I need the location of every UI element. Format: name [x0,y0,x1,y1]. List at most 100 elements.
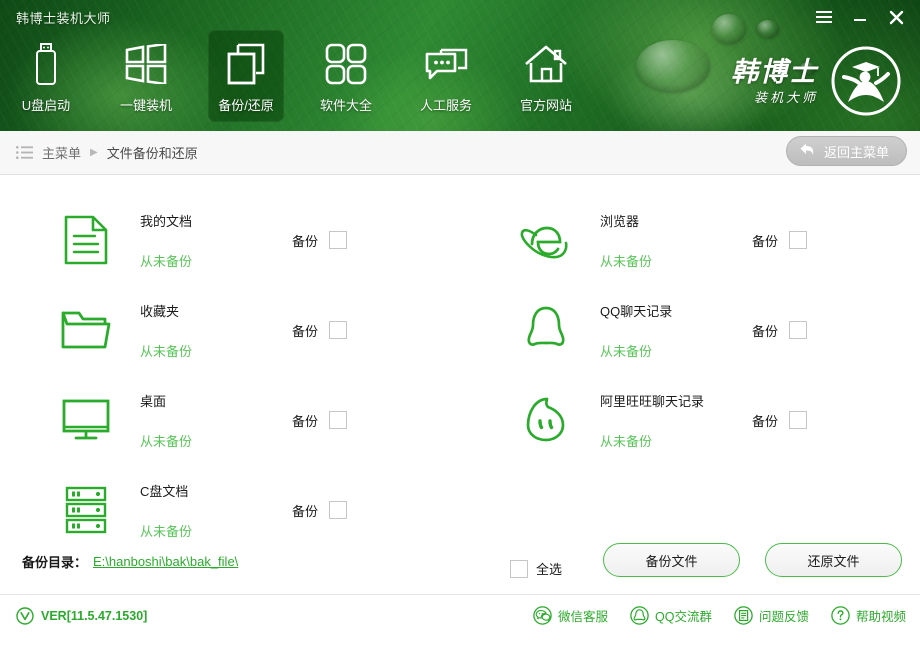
backup-item-title: 阿里旺旺聊天记录 [600,393,705,409]
breadcrumb-separator-icon: ▶ [90,146,98,158]
breadcrumb-current: 文件备份和还原 [106,146,198,161]
backup-directory-label: 备份目录： [22,555,88,570]
backup-files-button[interactable]: 备份文件 [603,543,740,577]
nav-item-backup-restore[interactable]: 备份/还原 [208,30,284,122]
backup-item-browser: 浏览器 从未备份 备份 [460,195,920,285]
hamburger-icon [816,11,832,23]
backup-checkbox-c-drive-documents[interactable] [329,501,348,519]
water-droplet-decoration [712,14,746,44]
backup-directory-path-link[interactable]: E:\hanboshi\bak\bak_file\ [93,554,238,569]
app-header: 韩博士装机大师 U盘启动 一键装机 备份/还原 软件大全 人工服务 官方网站 韩… [0,0,920,131]
document-icon [55,212,117,268]
backup-item-status: 从未备份 [140,523,193,539]
minimize-button[interactable] [844,4,876,30]
chat-bubbles-icon [424,42,468,86]
nav-label: 人工服务 [419,98,472,113]
select-all-label: 全选 [536,562,563,577]
close-icon [889,10,903,24]
home-icon [524,42,568,86]
action-buttons: 备份文件 还原文件 [603,543,902,577]
nav-label: 软件大全 [319,98,372,113]
restore-files-button[interactable]: 还原文件 [765,543,902,577]
disk-stack-icon [55,482,117,538]
version-text: VER[11.5.47.1530] [41,608,148,623]
backup-checkbox-desktop[interactable] [329,411,348,429]
backup-row: C盘文档 从未备份 备份 [0,465,920,555]
question-mark-icon [831,606,850,625]
feedback-link[interactable]: 问题反馈 [734,606,809,625]
backup-item-text: 浏览器 从未备份 [577,211,752,270]
app-window: 韩博士装机大师 U盘启动 一键装机 备份/还原 软件大全 人工服务 官方网站 韩… [0,0,920,670]
help-video-link[interactable]: 帮助视频 [831,606,906,625]
backup-item-aliwangwang-chat-history: 阿里旺旺聊天记录 从未备份 备份 [460,375,920,465]
backup-item-text: 收藏夹 从未备份 [117,301,292,360]
nav-item-human-service[interactable]: 人工服务 [408,30,484,122]
backup-item-status: 从未备份 [600,343,653,359]
brand-tagline: 装机大师 [753,89,818,105]
graduate-person-logo-icon [831,46,901,116]
backup-item-status: 从未备份 [600,253,653,269]
backup-item-checkbox-group: 备份 [752,411,808,430]
backup-item-title: 收藏夹 [140,303,180,319]
link-label: QQ交流群 [655,610,712,624]
backup-item-status: 从未备份 [140,433,193,449]
nav-item-one-click-install[interactable]: 一键装机 [108,30,184,122]
select-all-checkbox[interactable] [510,559,528,578]
backup-items-grid: 我的文档 从未备份 备份 浏览器 从未备份 备份 收藏夹 从未备份 备份 QQ聊… [0,195,920,555]
app-title: 韩博士装机大师 [16,11,111,26]
backup-item-checkbox-group: 备份 [292,231,348,250]
backup-checkbox-aliwangwang-chat-history[interactable] [789,411,808,429]
close-button[interactable] [880,4,912,30]
backup-item-text: C盘文档 从未备份 [117,481,292,540]
nav-label: 备份/还原 [218,98,274,113]
monitor-icon [55,392,117,448]
select-all-group[interactable]: 全选 [510,559,562,578]
usb-drive-icon [31,42,61,86]
brand-logo: 韩博士 装机大师 [731,44,908,118]
water-droplet-decoration [757,20,779,38]
breadcrumb-root[interactable]: 主菜单 [42,143,81,162]
nav-item-official-website[interactable]: 官方网站 [508,30,584,122]
backup-checkbox-favorites[interactable] [329,321,348,339]
backup-directory-group: 备份目录： E:\hanboshi\bak\bak_file\ [22,552,238,571]
backup-item-my-documents: 我的文档 从未备份 备份 [0,195,460,285]
backup-checkbox-label: 备份 [752,413,779,429]
nav-item-software-collection[interactable]: 软件大全 [308,30,384,122]
windows-tiles-icon [125,42,167,86]
nav-label: 官方网站 [519,98,572,113]
nav-item-usb-boot[interactable]: U盘启动 [8,30,84,122]
version-group: VER[11.5.47.1530] [16,606,148,625]
back-button-label: 返回主菜单 [823,144,889,160]
backup-empty-cell [460,465,920,555]
wechat-support-link[interactable]: 微信客服 [533,606,608,625]
main-content: 我的文档 从未备份 备份 浏览器 从未备份 备份 收藏夹 从未备份 备份 QQ聊… [0,175,920,594]
four-rounded-squares-icon [325,42,367,86]
link-label: 微信客服 [558,610,609,624]
backup-checkbox-label: 备份 [292,413,319,429]
qq-group-link[interactable]: QQ交流群 [630,606,712,625]
backup-item-title: QQ聊天记录 [600,303,673,319]
backup-checkbox-label: 备份 [752,323,779,339]
backup-item-status: 从未备份 [140,253,193,269]
ie-browser-icon [515,212,577,268]
backup-item-qq-chat-history: QQ聊天记录 从未备份 备份 [460,285,920,375]
nav-label: U盘启动 [21,98,71,113]
link-label: 问题反馈 [758,610,809,624]
backup-checkbox-browser[interactable] [789,231,808,249]
backup-item-text: 阿里旺旺聊天记录 从未备份 [577,391,752,450]
backup-item-title: C盘文档 [140,483,189,499]
backup-checkbox-qq-chat-history[interactable] [789,321,808,339]
menu-button[interactable] [808,4,840,30]
backup-checkbox-my-documents[interactable] [329,231,348,249]
backup-item-favorites: 收藏夹 从未备份 备份 [0,285,460,375]
feedback-doc-icon [734,606,753,625]
backup-item-c-drive-documents: C盘文档 从未备份 备份 [0,465,460,555]
backup-item-text: QQ聊天记录 从未备份 [577,301,752,360]
list-menu-icon [16,146,33,159]
back-to-main-menu-button[interactable]: 返回主菜单 [785,136,907,166]
folder-icon [55,302,117,358]
backup-item-text: 我的文档 从未备份 [117,211,292,270]
minimize-icon [854,19,866,21]
qq-penguin-icon [515,302,577,358]
backup-checkbox-label: 备份 [292,323,319,339]
